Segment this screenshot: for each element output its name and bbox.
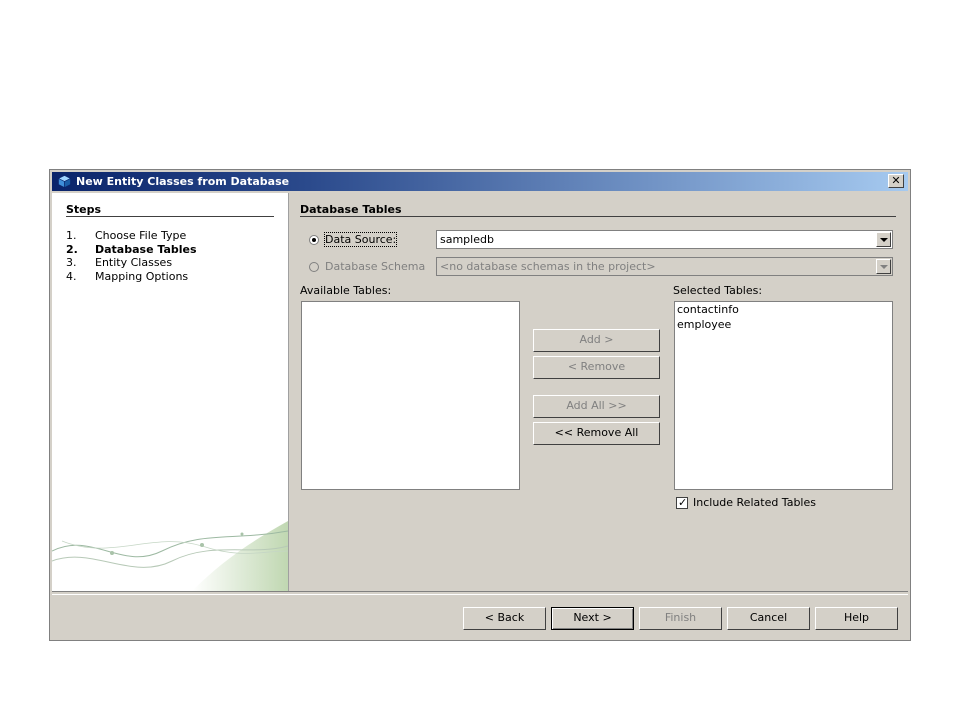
- checkmark-icon: ✓: [678, 496, 688, 509]
- data-source-value: sampledb: [440, 233, 494, 246]
- step-label: Entity Classes: [95, 256, 173, 269]
- selected-tables-label: Selected Tables:: [673, 284, 763, 297]
- panel-divider: [300, 216, 896, 217]
- cube-icon: [58, 175, 71, 188]
- steps-list: 1. Choose File Type 2. Database Tables 3. E…: [66, 229, 197, 283]
- steps-pane: Steps 1. Choose File Type 2. Database Tabl…: [52, 193, 289, 591]
- step-label: Choose File Type: [95, 229, 187, 242]
- database-schema-radio[interactable]: [309, 262, 319, 272]
- data-source-label[interactable]: Data Source:: [323, 232, 398, 247]
- add-all-button[interactable]: Add All >>: [533, 395, 660, 418]
- remove-all-button[interactable]: << Remove All: [533, 422, 660, 445]
- chevron-down-icon[interactable]: [876, 232, 891, 247]
- steps-divider: [66, 216, 274, 217]
- step-item-active: 2. Database Tables: [66, 242, 197, 256]
- step-label: Database Tables: [95, 242, 197, 256]
- data-source-radio[interactable]: [309, 235, 319, 245]
- include-related-checkbox[interactable]: ✓: [676, 496, 688, 509]
- steps-title: Steps: [66, 203, 102, 216]
- help-button[interactable]: Help: [815, 607, 898, 630]
- back-button[interactable]: < Back: [463, 607, 546, 630]
- available-tables-label: Available Tables:: [300, 284, 392, 297]
- footer-divider: [52, 591, 908, 595]
- close-button[interactable]: ✕: [888, 174, 904, 188]
- list-item[interactable]: contactinfo: [675, 302, 892, 317]
- database-tables-panel: Database Tables Data Source: sampledb Da…: [300, 193, 896, 591]
- remove-button[interactable]: < Remove: [533, 356, 660, 379]
- add-button[interactable]: Add >: [533, 329, 660, 352]
- radio-selected-dot: [312, 238, 316, 242]
- include-related-label[interactable]: Include Related Tables: [693, 496, 816, 509]
- step-item: 1. Choose File Type: [66, 229, 187, 242]
- database-schema-value: <no database schemas in the project>: [440, 260, 656, 273]
- decorative-swirl-graphic: [52, 521, 288, 591]
- step-item: 4. Mapping Options: [66, 269, 189, 283]
- selected-tables-list[interactable]: contactinfo employee: [674, 301, 893, 490]
- panel-title: Database Tables: [300, 203, 402, 216]
- cancel-button[interactable]: Cancel: [727, 607, 810, 630]
- close-icon: ✕: [891, 174, 901, 187]
- database-schema-label: Database Schema: [325, 260, 426, 273]
- step-label: Mapping Options: [95, 269, 189, 283]
- new-entity-classes-dialog: New Entity Classes from Database ✕ Steps…: [49, 169, 911, 641]
- dialog-title: New Entity Classes from Database: [76, 175, 290, 188]
- chevron-down-icon[interactable]: [876, 259, 891, 274]
- finish-button[interactable]: Finish: [639, 607, 722, 630]
- available-tables-list[interactable]: [301, 301, 520, 490]
- data-source-combo[interactable]: sampledb: [436, 230, 893, 249]
- title-bar[interactable]: New Entity Classes from Database ✕: [52, 172, 908, 191]
- database-schema-combo[interactable]: <no database schemas in the project>: [436, 257, 893, 276]
- step-item: 3. Entity Classes: [66, 256, 173, 269]
- next-button[interactable]: Next >: [551, 607, 634, 630]
- list-item[interactable]: employee: [675, 317, 892, 332]
